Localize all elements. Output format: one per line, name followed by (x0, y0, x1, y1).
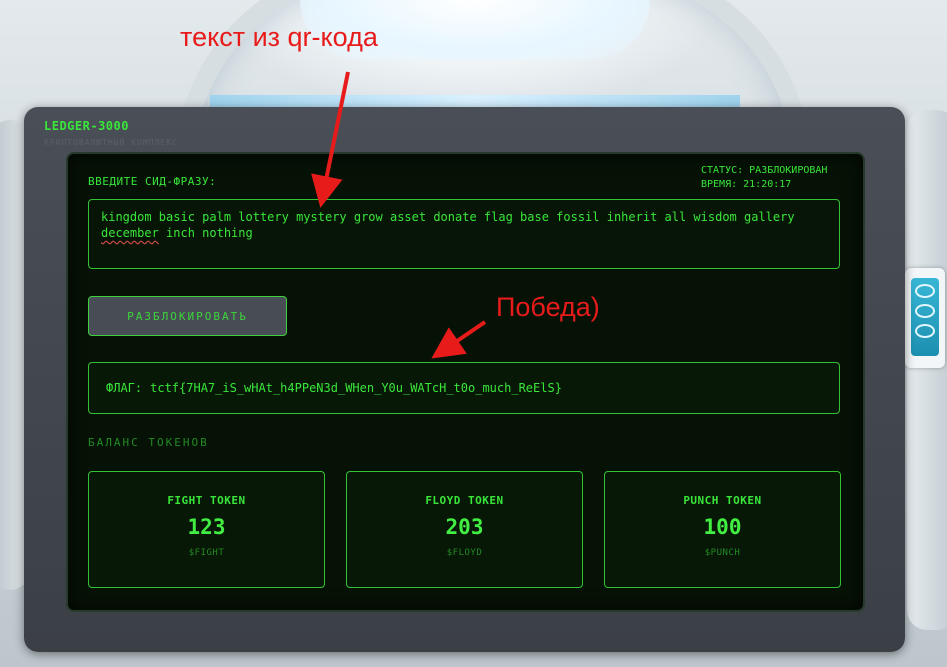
token-name: FLOYD TOKEN (425, 494, 504, 507)
token-symbol: $PUNCH (704, 548, 741, 558)
seed-phrase-label: ВВЕДИТЕ СИД-ФРАЗУ: (88, 175, 217, 188)
status-state: СТАТУС: РАЗБЛОКИРОВАН (701, 165, 828, 176)
brand-subtitle: КРИПТОВАЛЮТНЫЙ КОМПЛЕКС (44, 138, 178, 147)
token-amount: 100 (703, 515, 742, 539)
seed-phrase-text-start: kingdom basic palm lottery mystery grow … (101, 210, 795, 224)
token-card-floyd: FLOYD TOKEN 203 $FLOYD (346, 471, 583, 588)
token-balance-title: БАЛАНС ТОКЕНОВ (88, 436, 209, 449)
token-name: FIGHT TOKEN (167, 494, 246, 507)
background-right-wall (907, 110, 947, 630)
side-device-panel (905, 268, 945, 368)
token-symbol: $FLOYD (446, 548, 483, 558)
token-card-fight: FIGHT TOKEN 123 $FIGHT (88, 471, 325, 588)
brand-title: LEDGER-3000 (44, 119, 129, 133)
seed-phrase-spellcheck-word: december (101, 226, 159, 240)
token-name: PUNCH TOKEN (683, 494, 762, 507)
annotation-qr-text: текст из qr-кода (180, 22, 378, 52)
flag-value: tctf{7HA7_iS_wHAt_h4PPeN3d_WHen_Y0u_WATc… (150, 381, 562, 395)
unlock-button[interactable]: РАЗБЛОКИРОВАТЬ (88, 296, 287, 336)
flag-label: ФЛАГ: (106, 381, 143, 395)
status-time: ВРЕМЯ: 21:20:17 (701, 179, 792, 190)
terminal-monitor: LEDGER-3000 КРИПТОВАЛЮТНЫЙ КОМПЛЕКС СТАТ… (24, 107, 905, 652)
seed-phrase-text-end: inch nothing (158, 226, 253, 240)
token-amount: 203 (445, 515, 484, 539)
token-symbol: $FIGHT (188, 548, 225, 558)
annotation-victory: Победа) (496, 292, 600, 322)
token-card-punch: PUNCH TOKEN 100 $PUNCH (604, 471, 841, 588)
token-amount: 123 (187, 515, 226, 539)
flag-output: ФЛАГ: tctf{7HA7_iS_wHAt_h4PPeN3d_WHen_Y0… (88, 362, 840, 414)
seed-phrase-input[interactable]: kingdom basic palm lottery mystery grow … (88, 199, 840, 269)
status-panel: СТАТУС: РАЗБЛОКИРОВАН ВРЕМЯ: 21:20:17 (701, 164, 827, 192)
terminal-screen: СТАТУС: РАЗБЛОКИРОВАН ВРЕМЯ: 21:20:17 ВВ… (66, 152, 865, 612)
